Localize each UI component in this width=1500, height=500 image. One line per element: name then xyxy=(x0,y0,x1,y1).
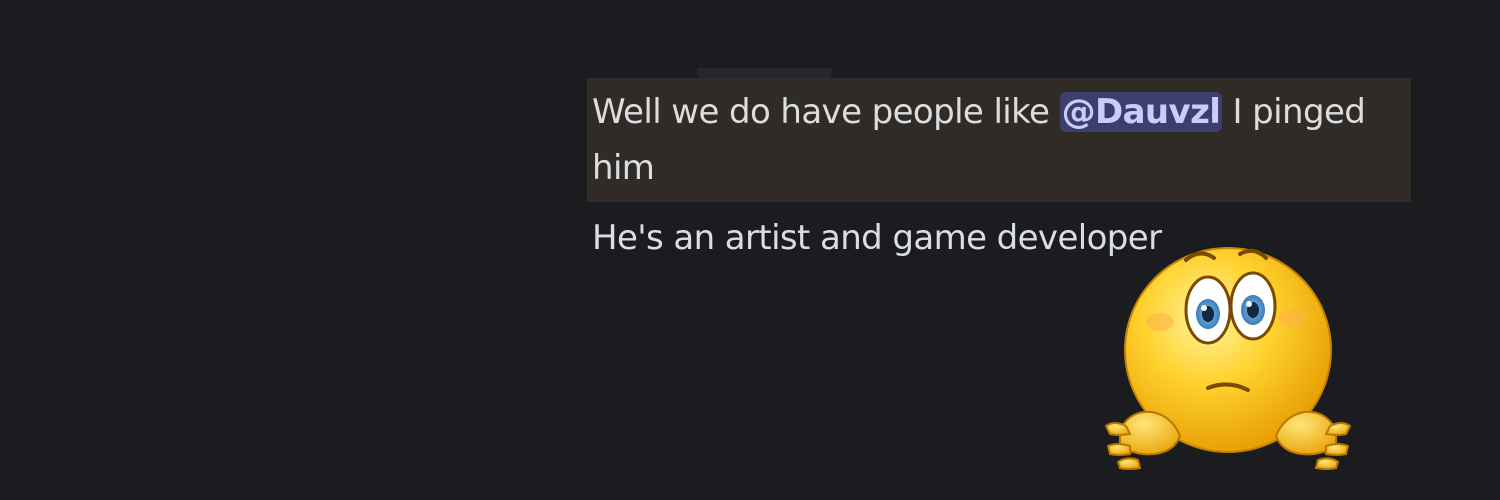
message-text-before: Well we do have people like xyxy=(592,92,1060,132)
user-mention[interactable]: @Dauvzl xyxy=(1059,92,1223,132)
message-highlighted[interactable]: Well we do have people like @Dauvzl I pi… xyxy=(587,78,1411,202)
right-hand xyxy=(1274,410,1352,470)
message-text: He's an artist and game developer xyxy=(592,218,1162,258)
worried-shrugging-emoji-icon xyxy=(1104,247,1352,470)
left-hand xyxy=(1104,410,1182,470)
